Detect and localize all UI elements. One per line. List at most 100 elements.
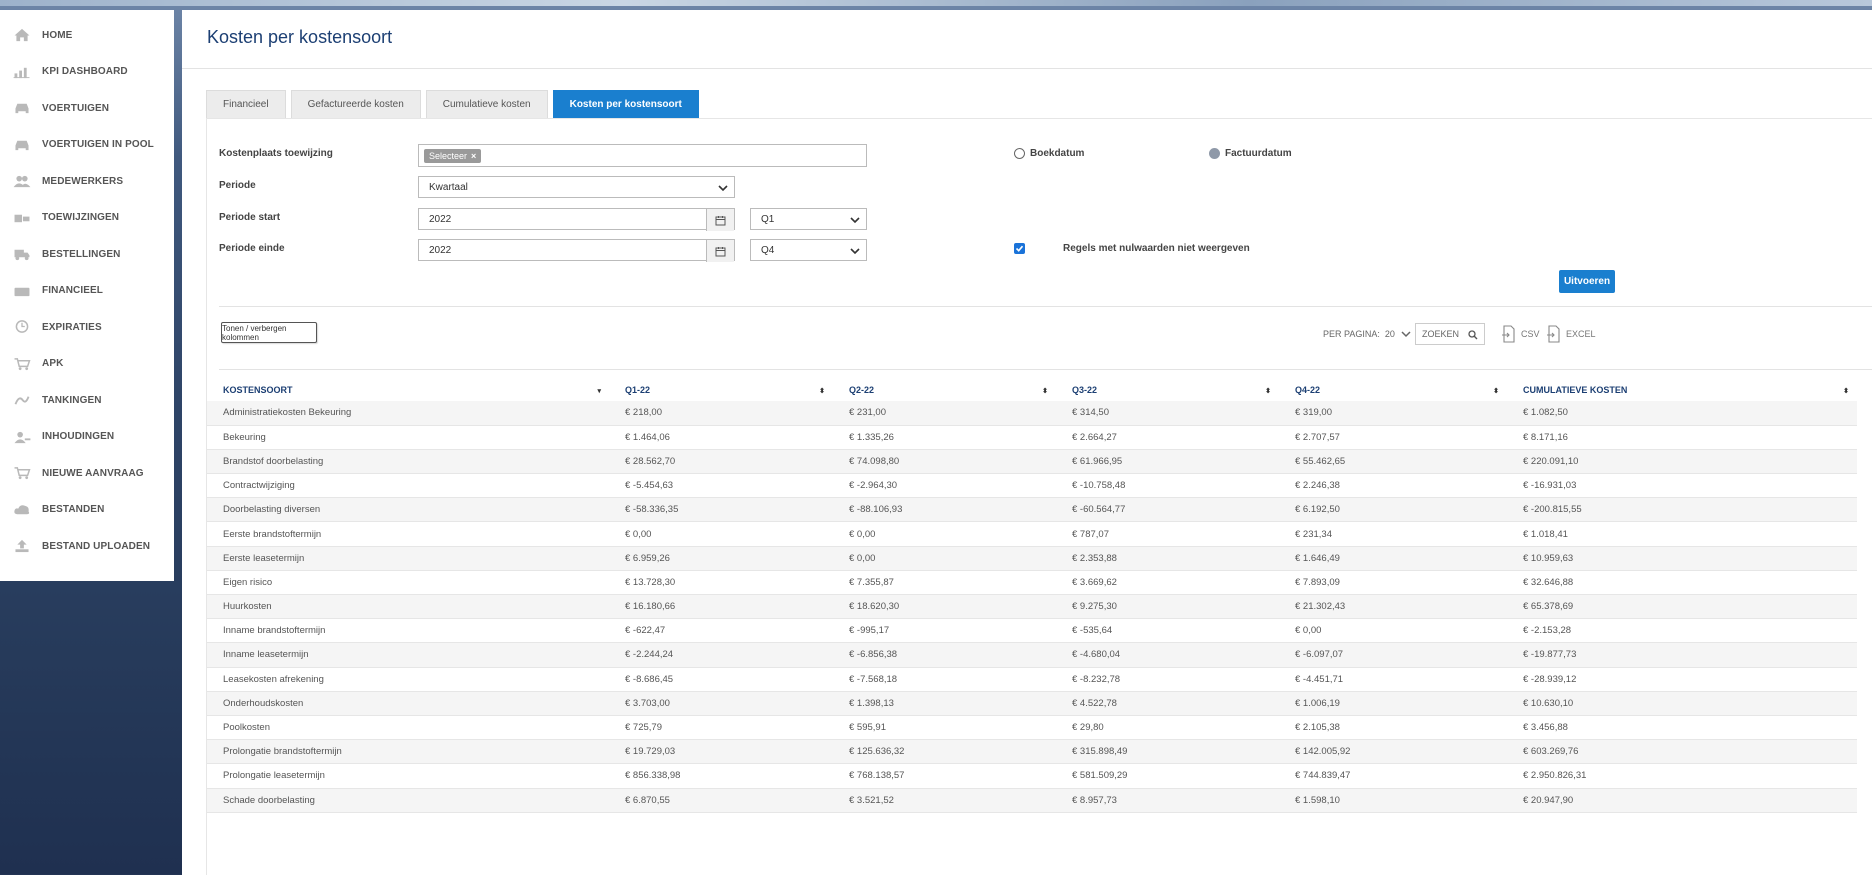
start-year-input[interactable]: 2022 (418, 208, 735, 231)
tab-cumulatieve-kosten[interactable]: Cumulatieve kosten (425, 90, 548, 118)
per-page-control[interactable]: PER PAGINA: 20 (1323, 329, 1411, 339)
table-cell: € 1.398,13 (833, 691, 1056, 716)
column-header[interactable]: KOSTENSOORT ▾ (207, 379, 609, 401)
cost-table: KOSTENSOORT ▾ Q1-22 ⬍ Q2-22 ⬍ Q3-22 ⬍ Q4-22 ⬍ CUMU… (207, 379, 1857, 813)
sidebar-item-expiraties[interactable]: EXPIRATIES (0, 309, 174, 346)
table-cell: € 10.959,63 (1507, 546, 1857, 571)
table-cell: € 32.646,88 (1507, 570, 1857, 596)
sort-icon[interactable]: ⬍ (1042, 387, 1048, 395)
table-cell: € 20.947,90 (1507, 788, 1857, 813)
table-cell: € 28.562,70 (609, 449, 833, 475)
per-page-label: PER PAGINA: (1323, 329, 1380, 339)
file-export-icon (1502, 325, 1515, 343)
column-header[interactable]: Q4-22 ⬍ (1279, 379, 1507, 401)
sidebar-item-label: BESTELLINGEN (42, 248, 121, 260)
table-cell: € 231,34 (1279, 521, 1507, 547)
table-row: Leasekosten afrekening € -8.686,45 € -7.56… (207, 667, 1857, 692)
column-header[interactable]: Q2-22 ⬍ (833, 379, 1056, 401)
sidebar-item-bestand-uploaden[interactable]: BESTAND UPLOADEN (0, 528, 174, 565)
sidebar-item-label: TANKINGEN (42, 394, 102, 406)
table-row: Onderhoudskosten € 3.703,00 € 1.398,13 € 4.… (207, 691, 1857, 716)
sidebar-item-bestellingen[interactable]: BESTELLINGEN (0, 236, 174, 273)
table-body: Administratiekosten Bekeuring € 218,00 € 2… (207, 401, 1857, 813)
table-cell: € 581.509,29 (1056, 763, 1279, 789)
table-row: Eerste leasetermijn € 6.959,26 € 0,00 € 2.3… (207, 546, 1857, 571)
tab-kosten-per-kostensoort[interactable]: Kosten per kostensoort (552, 90, 699, 118)
search-placeholder: ZOEKEN (1422, 329, 1460, 339)
sidebar-item-tankingen[interactable]: TANKINGEN (0, 382, 174, 419)
sidebar-item-medewerkers[interactable]: MEDEWERKERS (0, 163, 174, 200)
sidebar-item-label: EXPIRATIES (42, 321, 102, 333)
radio-factuurdatum[interactable]: Factuurdatum (1209, 148, 1292, 159)
end-year-input[interactable]: 2022 (418, 239, 735, 262)
export-excel-button[interactable]: EXCEL (1546, 325, 1596, 343)
column-header[interactable]: Q3-22 ⬍ (1056, 379, 1279, 401)
column-header-label: Q3-22 (1072, 385, 1098, 395)
start-quarter-select[interactable]: Q1 (750, 208, 867, 230)
sidebar-item-toewijzingen[interactable]: TOEWIJZINGEN (0, 200, 174, 237)
background-strip (0, 0, 1872, 6)
selected-chip[interactable]: Selecteer × (424, 148, 482, 163)
column-header-label: Q1-22 (625, 385, 651, 395)
table-row: Doorbelasting diversen € -58.336,35 € -88.… (207, 497, 1857, 523)
toggle-columns-button[interactable]: Tonen / verbergen kolommen (221, 322, 317, 343)
sidebar-item-voertuigen-in-pool[interactable]: VOERTUIGEN IN POOL (0, 127, 174, 164)
sort-icon[interactable]: ⬍ (1265, 387, 1271, 395)
sidebar-item-kpi-dashboard[interactable]: KPI DASHBOARD (0, 54, 174, 91)
table-row: Schade doorbelasting € 6.870,55 € 3.521,52… (207, 788, 1857, 813)
uitvoeren-button[interactable]: Uitvoeren (1559, 270, 1615, 293)
table-cell: Inname brandstoftermijn (207, 618, 609, 644)
column-header[interactable]: Q1-22 ⬍ (609, 379, 833, 401)
search-input[interactable]: ZOEKEN (1415, 323, 1485, 345)
sort-icon[interactable]: ⬍ (1843, 387, 1849, 395)
sort-down-icon[interactable]: ▾ (597, 387, 601, 395)
table-cell: € -58.336,35 (609, 497, 833, 523)
sidebar-item-apk[interactable]: APK (0, 346, 174, 383)
chart-icon (12, 64, 32, 80)
calendar-icon[interactable] (706, 240, 734, 262)
sidebar-item-voertuigen[interactable]: VOERTUIGEN (0, 90, 174, 127)
table-cell: € 0,00 (609, 521, 833, 547)
column-header[interactable]: CUMULATIEVE KOSTEN ⬍ (1507, 379, 1857, 401)
table-cell: € 6.192,50 (1279, 497, 1507, 523)
remove-chip-icon[interactable]: × (471, 151, 476, 161)
table-cell: € 315.898,49 (1056, 739, 1279, 765)
table-cell: € 7.355,87 (833, 570, 1056, 596)
calendar-icon[interactable] (706, 209, 734, 231)
sort-icon[interactable]: ⬍ (819, 387, 825, 395)
sidebar-item-home[interactable]: HOME (0, 17, 174, 54)
chevron-down-icon (1401, 331, 1411, 338)
table-cell: € 2.664,27 (1056, 425, 1279, 450)
table-cell: Eerste leasetermijn (207, 546, 609, 571)
sidebar-item-label: VOERTUIGEN IN POOL (42, 139, 154, 151)
table-cell: € 2.105,38 (1279, 715, 1507, 741)
table-cell: € -622,47 (609, 618, 833, 644)
sidebar-item-financieel[interactable]: FINANCIEEL (0, 273, 174, 310)
table-cell: € 7.893,09 (1279, 570, 1507, 596)
table-cell: € -7.568,18 (833, 667, 1056, 692)
tab-gefactureerde-kosten[interactable]: Gefactureerde kosten (290, 90, 421, 118)
table-cell: Eigen risico (207, 570, 609, 596)
export-csv-button[interactable]: CSV (1501, 325, 1540, 343)
chevron-down-icon (718, 185, 728, 192)
table-row: Inname leasetermijn € -2.244,24 € -6.856,3… (207, 642, 1857, 668)
table-cell: Brandstof doorbelasting (207, 449, 609, 475)
sidebar-item-label: MEDEWERKERS (42, 175, 124, 187)
periode-select[interactable]: Kwartaal (418, 176, 735, 198)
nulwaarden-checkbox[interactable] (1014, 243, 1025, 254)
sidebar-item-inhoudingen[interactable]: INHOUDINGEN (0, 419, 174, 456)
csv-label: CSV (1521, 329, 1540, 339)
table-cell: Leasekosten afrekening (207, 667, 609, 692)
sidebar-item-bestanden[interactable]: BESTANDEN (0, 492, 174, 529)
radio-boekdatum[interactable]: Boekdatum (1014, 148, 1084, 159)
sort-icon[interactable]: ⬍ (1493, 387, 1499, 395)
table-cell: € 8.171,16 (1507, 425, 1857, 450)
kostenplaats-multiselect[interactable]: Selecteer × (418, 144, 867, 167)
tab-financieel[interactable]: Financieel (206, 90, 286, 118)
sidebar-item-nieuwe-aanvraag[interactable]: NIEUWE AANVRAAG (0, 455, 174, 492)
table-cell: € 125.636,32 (833, 739, 1056, 765)
table-row: Prolongatie leasetermijn € 856.338,98 € 76… (207, 763, 1857, 789)
table-cell: € 13.728,30 (609, 570, 833, 596)
end-quarter-select[interactable]: Q4 (750, 239, 867, 261)
car-icon (12, 137, 32, 153)
